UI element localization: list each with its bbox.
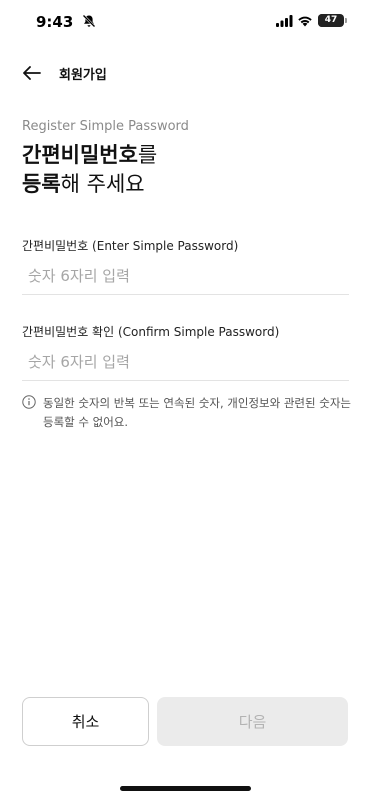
page-title: 회원가입 xyxy=(59,68,107,83)
bell-off-icon xyxy=(82,14,96,28)
confirm-password-input[interactable] xyxy=(22,343,349,381)
heading-normal-1: 를 xyxy=(137,143,158,167)
cellular-signal-icon xyxy=(276,15,293,27)
home-indicator xyxy=(120,786,251,791)
arrow-left-icon xyxy=(23,66,41,80)
status-bar: 9:43 47 xyxy=(0,0,371,46)
page-heading: 간편비밀번호를 등록해 주세요 xyxy=(22,141,157,199)
next-button[interactable]: 다음 xyxy=(157,697,348,746)
password-label: 간편비밀번호 (Enter Simple Password) xyxy=(22,239,239,253)
wifi-icon xyxy=(298,16,312,27)
back-button[interactable] xyxy=(20,61,44,85)
battery-level-text: 47 xyxy=(324,15,338,25)
notice-text: 동일한 숫자의 반복 또는 연속된 숫자, 개인정보와 관련된 숫자는 등록할 … xyxy=(43,396,351,429)
heading-normal-2: 해 주세요 xyxy=(60,172,145,196)
info-circle-icon xyxy=(22,395,36,409)
password-input[interactable] xyxy=(22,257,349,295)
cancel-button[interactable]: 취소 xyxy=(22,697,149,746)
heading-bold-1: 간편비밀번호 xyxy=(22,143,138,167)
status-time: 9:43 xyxy=(36,13,74,31)
confirm-password-label: 간편비밀번호 확인 (Confirm Simple Password) xyxy=(22,325,280,339)
page-subtitle: Register Simple Password xyxy=(22,119,189,134)
battery-tip xyxy=(345,18,347,23)
heading-bold-2: 등록 xyxy=(22,172,61,196)
battery-icon: 47 xyxy=(318,14,344,27)
app-header: 회원가입 xyxy=(0,56,371,90)
